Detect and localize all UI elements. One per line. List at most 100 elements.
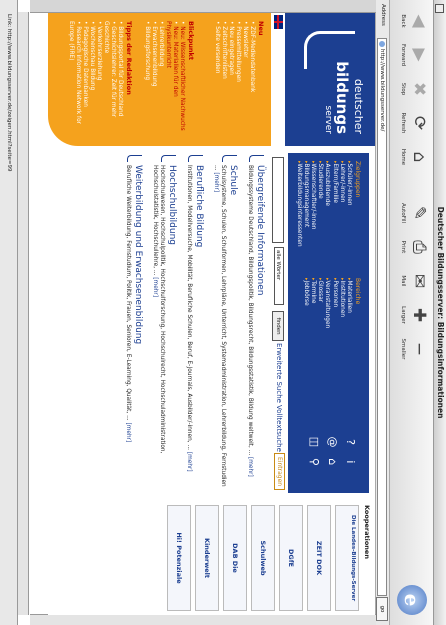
left-nav-item[interactable]: Neu: Wissenschaftlicher Nachwuchs [178, 21, 185, 140]
partner-logo[interactable]: DGfE [279, 505, 303, 611]
nav-item[interactable]: Termine [309, 278, 316, 386]
left-nav-item[interactable]: Neu: Materialien für den Physikunterrich… [164, 21, 178, 140]
left-nav-item[interactable]: Bildungsportal für Deutschland [116, 21, 123, 140]
left-nav-item[interactable]: Wochenschau Bildung [88, 21, 95, 140]
nav-item[interactable]: Materialien [345, 278, 352, 386]
nav-item[interactable]: Auszubildende [323, 161, 330, 269]
more-link[interactable]: [mehr] [247, 457, 253, 477]
browser-window: Deutscher Bildungsserver: Bildungsinform… [0, 0, 446, 625]
stop-button[interactable]: ✖ Stop [400, 72, 430, 106]
left-nav-item[interactable]: Research information Network for Europe … [67, 21, 81, 140]
topic-title[interactable]: Weiterbildung und Erwachsenenbildung [133, 165, 143, 493]
mail-icon[interactable]: @ [325, 435, 339, 449]
areas-header: Bereiche [354, 278, 361, 305]
partner-logo[interactable]: Kinderwelt [195, 505, 219, 611]
left-nav-item[interactable]: Pädagogische Datenbanken [81, 21, 88, 140]
home-button[interactable]: ⌂ Home [400, 140, 430, 174]
refresh-button[interactable]: ⟳ Refresh [400, 106, 430, 140]
left-nav-item[interactable]: Lehrerbildung [157, 21, 164, 140]
home-icon[interactable]: ⌂ [325, 455, 339, 469]
horizontal-scrollbar[interactable] [18, 12, 29, 615]
bracket-icon [222, 155, 237, 162]
info-icon[interactable]: i [343, 455, 357, 469]
left-nav-item[interactable]: ZDF-Mediendatenbank [248, 21, 255, 140]
audience-navbar: Zielgruppen Schüler/-innen Lehrer/-innen… [288, 153, 369, 493]
home-icon: ⌂ [409, 151, 429, 163]
nav-item[interactable]: Glossar [316, 278, 323, 386]
page-content: deutscher bildungs server Neu ZDF-Medien… [48, 13, 375, 615]
nav-item[interactable]: Schüler/-innen [345, 161, 352, 269]
search-icon[interactable]: ⚲ [307, 455, 321, 469]
nav-item[interactable]: Weiterbildungsinteressenten [294, 161, 302, 269]
status-bar: Link: http://www.bildungsserver.de/zeige… [0, 0, 18, 625]
nav-item[interactable]: Lehrer/-innen [338, 161, 345, 269]
partner-logo[interactable]: Die Landes-Bildungs-Server [335, 505, 359, 611]
site-logo[interactable]: deutscher bildungs server [285, 13, 375, 146]
left-nav-item[interactable]: Bildungsforschung [143, 21, 150, 140]
more-link[interactable]: [mehr] [186, 452, 192, 472]
nav-item[interactable]: Personen [330, 278, 338, 386]
advanced-search-link[interactable]: Erweiterte Suche [275, 343, 283, 403]
url-field[interactable]: http://www.bildungsserver.de/ [377, 38, 387, 596]
left-nav-item[interactable]: Pressemitteilungen [234, 21, 241, 140]
search-input[interactable] [272, 157, 284, 243]
vertical-scrollbar[interactable] [30, 614, 376, 625]
autofill-icon: ✎ [409, 205, 429, 221]
left-nav-item[interactable]: Zeitschriftenlisten [220, 21, 227, 140]
topic-description: Bildungssysteme Deutschland, Bildungspol… [247, 165, 253, 477]
smaller-button[interactable]: − Smaller [400, 332, 430, 366]
cooperations-column: Kooperationen Die Landes-Bildungs-Server… [48, 501, 375, 613]
mail-button[interactable]: ✉ Mail [400, 264, 430, 298]
partner-logo[interactable]: Schulweb [251, 505, 275, 611]
bracket-icon [249, 155, 264, 162]
topic-title[interactable]: Übergreifende Informationen [255, 165, 265, 493]
logo-line3: server [323, 105, 333, 135]
register-link[interactable]: Eintragen [274, 453, 285, 491]
larger-text-icon: ✚ [409, 307, 429, 323]
nav-item[interactable]: Veranstaltungen [323, 278, 330, 386]
address-label: Address [380, 4, 386, 26]
fulltext-search-link[interactable]: Volltextsuche [275, 405, 283, 452]
topic-title[interactable]: Hochschulbildung [167, 165, 177, 493]
autofill-button[interactable]: ✎ AutoFill [400, 196, 430, 230]
back-button[interactable]: ◀ Back [400, 4, 430, 38]
topic-description: Schulsysteme, Schulen, Schulformen, Lehr… [213, 165, 226, 487]
print-button[interactable]: ⎙ Print [400, 230, 430, 264]
nav-item[interactable]: Jobbörse [302, 278, 309, 386]
search-mode-select[interactable]: alle Wörter [274, 247, 284, 305]
find-button[interactable]: finden [272, 311, 284, 341]
nav-item[interactable]: Studierende [316, 161, 323, 269]
forward-button[interactable]: ▶ Forward [400, 38, 430, 72]
more-link[interactable]: [mehr] [125, 422, 131, 442]
more-link[interactable]: [mehr] [213, 172, 219, 192]
left-nav-item[interactable]: Newsletter [241, 21, 248, 140]
english-flag-icon[interactable] [274, 15, 283, 29]
left-nav-item[interactable]: Erwachsenenbildung [150, 21, 157, 140]
areas-column: Bereiche Materialien Institutionen Perso… [302, 278, 361, 386]
go-button[interactable]: go [376, 597, 388, 621]
partner-logo[interactable]: Hi! Potenziale [167, 505, 191, 611]
left-nav-panel: Neu ZDF-Mediendatenbank Newsletter Press… [48, 13, 271, 146]
title-bar: Deutscher Bildungsserver: Bildungsinform… [433, 0, 446, 625]
larger-button[interactable]: ✚ Larger [400, 298, 430, 332]
topic-title[interactable]: Schule [228, 165, 238, 493]
address-bar: Address http://www.bildungsserver.de/ go [375, 0, 389, 625]
left-nav-item[interactable]: Neu eingetragen [227, 21, 234, 140]
nav-item[interactable]: Wissenschaftler/-innen [309, 161, 316, 269]
left-nav-item[interactable]: Geschichtslehrer: Zeit für mehr Geschich… [102, 21, 116, 140]
left-nav-item[interactable]: Verkehrserziehung [95, 21, 102, 140]
stop-icon: ✖ [409, 81, 429, 97]
partner-logo[interactable]: ZEIT DOK [307, 505, 331, 611]
help-icon[interactable]: ? [343, 435, 357, 449]
sitemap-icon[interactable]: ◫ [307, 435, 321, 449]
left-column: deutscher bildungs server Neu ZDF-Medien… [48, 13, 375, 146]
nav-item[interactable]: Institutionen [338, 278, 345, 386]
nav-item[interactable]: Eltern/Familie [330, 161, 338, 269]
sidebar-tabs[interactable] [30, 0, 376, 13]
topic-title[interactable]: Berufliche Bildung [194, 165, 204, 493]
nav-item[interactable]: Bildungsmanagement [302, 161, 309, 269]
smaller-text-icon: − [409, 341, 429, 357]
left-nav-item[interactable]: Seite versenden [213, 21, 220, 140]
partner-logo[interactable]: DAB Die [223, 505, 247, 611]
more-link[interactable]: [mehr] [152, 277, 158, 297]
